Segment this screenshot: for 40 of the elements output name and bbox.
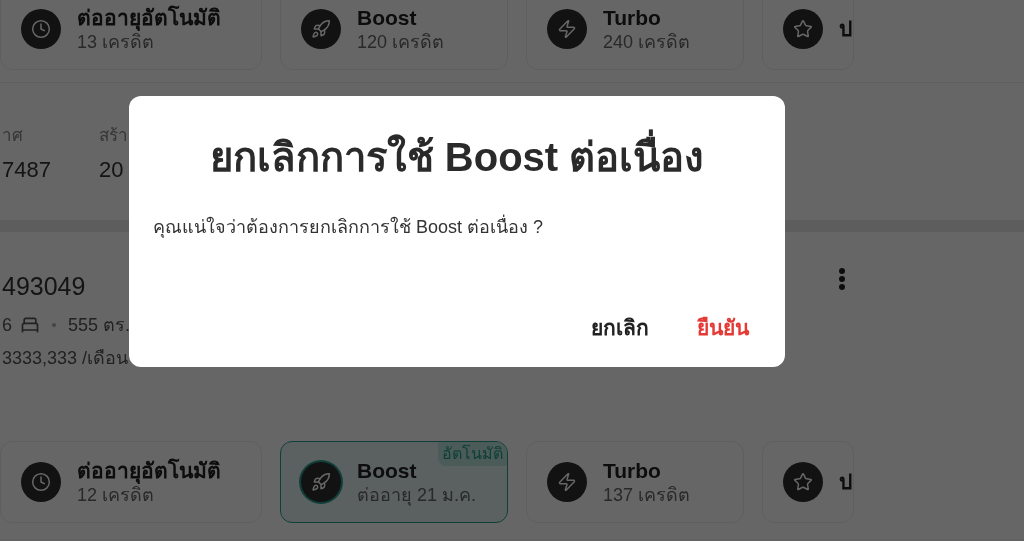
promo-card[interactable]: อัตโนมัติ Boost ต่ออายุ 21 ม.ค. — [280, 441, 508, 523]
card-title: ต่ออายุอัตโนมัติ — [77, 4, 221, 31]
price-text: 3333,333 /เดือน — [2, 346, 130, 370]
clock-icon — [21, 462, 61, 502]
cancel-button[interactable]: ยกเลิก — [579, 303, 661, 351]
card-title: ป — [839, 468, 852, 495]
lightning-icon — [547, 462, 587, 502]
dialog-message: คุณแน่ใจว่าต้องการยกเลิกการใช้ Boost ต่อเนื่อง ? — [153, 214, 761, 241]
card-title: Turbo — [603, 457, 662, 484]
auto-badge: อัตโนมัติ — [438, 442, 507, 466]
card-title: Boost — [357, 4, 418, 31]
rocket-icon — [301, 9, 341, 49]
card-subtitle: 137 เครดิต — [603, 483, 691, 507]
bed-icon — [20, 315, 40, 335]
promo-card[interactable]: ป — [762, 441, 854, 523]
card-title: Boost — [357, 457, 418, 484]
promo-card[interactable]: ต่ออายุอัตโนมัติ 12 เครดิต — [0, 441, 262, 523]
stat-value: 7487 — [2, 155, 51, 184]
area-text: 555 ตร. — [68, 313, 131, 337]
card-title: ป — [839, 15, 852, 42]
stat-value: 20 — [98, 155, 125, 184]
promo-card[interactable]: Boost 120 เครดิต — [280, 0, 508, 70]
promo-card[interactable]: Turbo 240 เครดิต — [526, 0, 744, 70]
card-subtitle: 12 เครดิต — [77, 484, 156, 507]
card-subtitle: 240 เครดิต — [603, 30, 691, 54]
card-subtitle: 120 เครดิต — [357, 30, 445, 54]
card-subtitle: ต่ออายุ 21 ม.ค. — [357, 483, 477, 507]
listing-id: 493049 — [2, 271, 87, 302]
confirm-button[interactable]: ยืนยัน — [685, 303, 761, 351]
rocket-icon — [301, 462, 341, 502]
more-vertical-icon — [839, 268, 845, 290]
lightning-icon — [547, 9, 587, 49]
card-title: Turbo — [603, 4, 662, 31]
promo-card[interactable]: Turbo 137 เครดิต — [526, 441, 744, 523]
card-subtitle: 13 เครดิต — [77, 31, 156, 54]
card-title: ต่ออายุอัตโนมัติ — [77, 457, 221, 484]
promo-card[interactable]: ป — [762, 0, 854, 70]
bedroom-count: 6 — [2, 313, 12, 337]
clock-icon — [21, 9, 61, 49]
promo-card[interactable]: ต่ออายุอัตโนมัติ 13 เครดิต — [0, 0, 262, 70]
